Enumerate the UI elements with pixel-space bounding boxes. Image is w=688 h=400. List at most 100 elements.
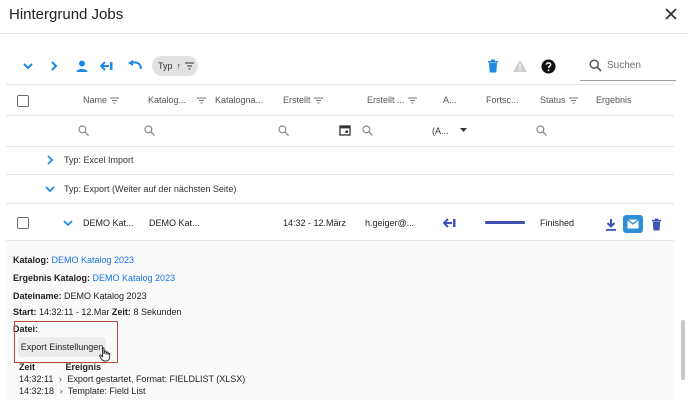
- chevron-down-icon: [45, 186, 55, 193]
- search-placeholder: Suchen: [607, 60, 641, 71]
- column-label: Name: [83, 95, 108, 105]
- search-icon[interactable]: [78, 125, 89, 136]
- undo-button[interactable]: [125, 56, 145, 76]
- detail-value: 8 Sekunden: [133, 307, 182, 317]
- push-icon: [100, 61, 113, 71]
- filter-row: (A...: [6, 116, 674, 147]
- calendar-icon[interactable]: [339, 124, 351, 136]
- detail-start-zeit: Start: 14:32:11 - 12.Mar Zeit: 8 Sekunde…: [13, 307, 181, 317]
- cell-status: Finished: [540, 218, 575, 228]
- help-button[interactable]: [538, 56, 558, 76]
- column-label: A...: [443, 95, 457, 105]
- column-header-katalogname[interactable]: Katalogna...: [215, 95, 263, 105]
- column-header-fortschritt[interactable]: Fortsc...: [486, 95, 519, 105]
- log-row: 14:32:11 › Export gestartet, Format: FIE…: [19, 374, 245, 384]
- log-time: 14:32:11: [19, 374, 54, 384]
- sort-filter-icon: [313, 96, 323, 104]
- detail-value: DEMO Katalog 2023: [64, 291, 147, 301]
- help-icon: [541, 59, 555, 73]
- log-row: 14:32:18 › Template: Field List: [19, 386, 145, 396]
- warning-icon: [513, 60, 527, 72]
- group-label: Typ: Export (Weiter auf der nächsten Sei…: [64, 184, 237, 194]
- export-settings-button[interactable]: Export Einstellungen: [18, 337, 106, 357]
- detail-label: Ergebnis Katalog:: [13, 273, 91, 283]
- detail-katalog: Katalog: DEMO Katalog 2023: [13, 255, 134, 265]
- column-header-erstellt-von[interactable]: Erstellt ...: [367, 95, 417, 105]
- search-icon[interactable]: [536, 125, 547, 136]
- delete-icon: [651, 218, 661, 230]
- column-label: Erstellt: [283, 95, 311, 105]
- expand-all-button[interactable]: [44, 56, 64, 76]
- push-icon: [443, 218, 456, 228]
- sort-filter-icon: [185, 62, 195, 70]
- search-icon[interactable]: [144, 125, 155, 136]
- column-header-ergebnis[interactable]: Ergebnis: [596, 95, 632, 105]
- search-field[interactable]: Suchen: [580, 52, 676, 81]
- sort-chip-label: Typ: [158, 61, 173, 71]
- table-row[interactable]: DEMO Kat... DEMO Kat... 14:32 - 12.März …: [6, 205, 674, 241]
- chevron-down-icon[interactable]: [62, 217, 74, 229]
- delete-icon: [488, 59, 498, 73]
- row-checkbox[interactable]: [17, 217, 29, 229]
- push-button[interactable]: [98, 56, 118, 76]
- ergebnis-link[interactable]: DEMO Katalog 2023: [93, 273, 176, 283]
- download-button[interactable]: [602, 215, 620, 233]
- scrollbar-thumb[interactable]: [681, 320, 685, 380]
- group-row-export[interactable]: Typ: Export (Weiter auf der nächsten Sei…: [6, 175, 674, 204]
- cell-erstellt: 14:32 - 12.März: [283, 218, 347, 228]
- warning-button[interactable]: [510, 56, 530, 76]
- dialog-titlebar: Hintergrund Jobs: [0, 0, 688, 34]
- column-header-art[interactable]: A...: [443, 95, 457, 105]
- dialog-title: Hintergrund Jobs: [9, 6, 124, 23]
- detail-value: 14:32:11 - 12.Mar: [39, 307, 110, 317]
- log-event: Template: Field List: [67, 386, 146, 396]
- column-header-katalog[interactable]: Katalog...: [148, 95, 207, 105]
- art-filter-select[interactable]: (A...: [432, 126, 449, 136]
- sort-filter-icon: [407, 96, 417, 104]
- collapse-all-button[interactable]: [18, 56, 38, 76]
- cell-katalog: DEMO Kat...: [149, 218, 200, 228]
- search-icon[interactable]: [362, 125, 373, 136]
- close-icon[interactable]: [662, 5, 680, 23]
- table-header: Name Katalog... Katalogna... Erstellt Er…: [6, 84, 674, 116]
- log-arrow: ›: [58, 374, 62, 384]
- column-label: Status: [540, 95, 566, 105]
- sort-chip[interactable]: Typ ↑: [152, 56, 198, 76]
- log-header-ereignis: Ereignis: [65, 362, 102, 372]
- cell-name: DEMO Kat...: [83, 218, 134, 228]
- mail-button[interactable]: [623, 215, 643, 233]
- sort-filter-icon: [110, 96, 120, 104]
- search-icon: [589, 59, 602, 72]
- column-label: Katalogna...: [215, 95, 264, 105]
- mail-icon: [627, 219, 639, 229]
- detail-label: Katalog:: [13, 255, 49, 265]
- dropdown-arrow-icon[interactable]: [460, 128, 467, 133]
- select-all-checkbox[interactable]: [17, 95, 29, 107]
- delete-button[interactable]: [483, 56, 503, 76]
- log-arrow: ›: [59, 386, 63, 396]
- katalog-link[interactable]: DEMO Katalog 2023: [52, 255, 135, 265]
- search-icon[interactable]: [278, 125, 289, 136]
- sort-arrow: ↑: [176, 61, 182, 71]
- log-header-zeit: Zeit: [19, 362, 36, 372]
- group-label: Typ: Excel Import: [64, 155, 134, 165]
- column-label: Ergebnis: [596, 95, 632, 105]
- column-label: Katalog...: [148, 95, 187, 105]
- delete-row-button[interactable]: [647, 215, 665, 233]
- sort-filter-icon: [568, 96, 578, 104]
- column-header-status[interactable]: Status: [540, 95, 578, 105]
- group-row-excel-import[interactable]: Typ: Excel Import: [6, 146, 674, 175]
- sort-filter-icon: [197, 96, 207, 104]
- chevron-down-icon: [23, 63, 33, 70]
- column-header-erstellt[interactable]: Erstellt: [283, 95, 323, 105]
- undo-icon: [128, 60, 142, 70]
- download-icon: [606, 218, 616, 231]
- progress-fill: [485, 221, 525, 224]
- detail-dateiname: Dateiname: DEMO Katalog 2023: [13, 291, 147, 301]
- log-header: Zeit Ereignis: [19, 362, 101, 372]
- chevron-right-icon: [51, 61, 58, 71]
- log-time: 14:32:18: [19, 386, 55, 396]
- column-header-name[interactable]: Name: [83, 95, 120, 105]
- my-jobs-button[interactable]: [72, 56, 92, 76]
- detail-label: Start:: [13, 307, 37, 317]
